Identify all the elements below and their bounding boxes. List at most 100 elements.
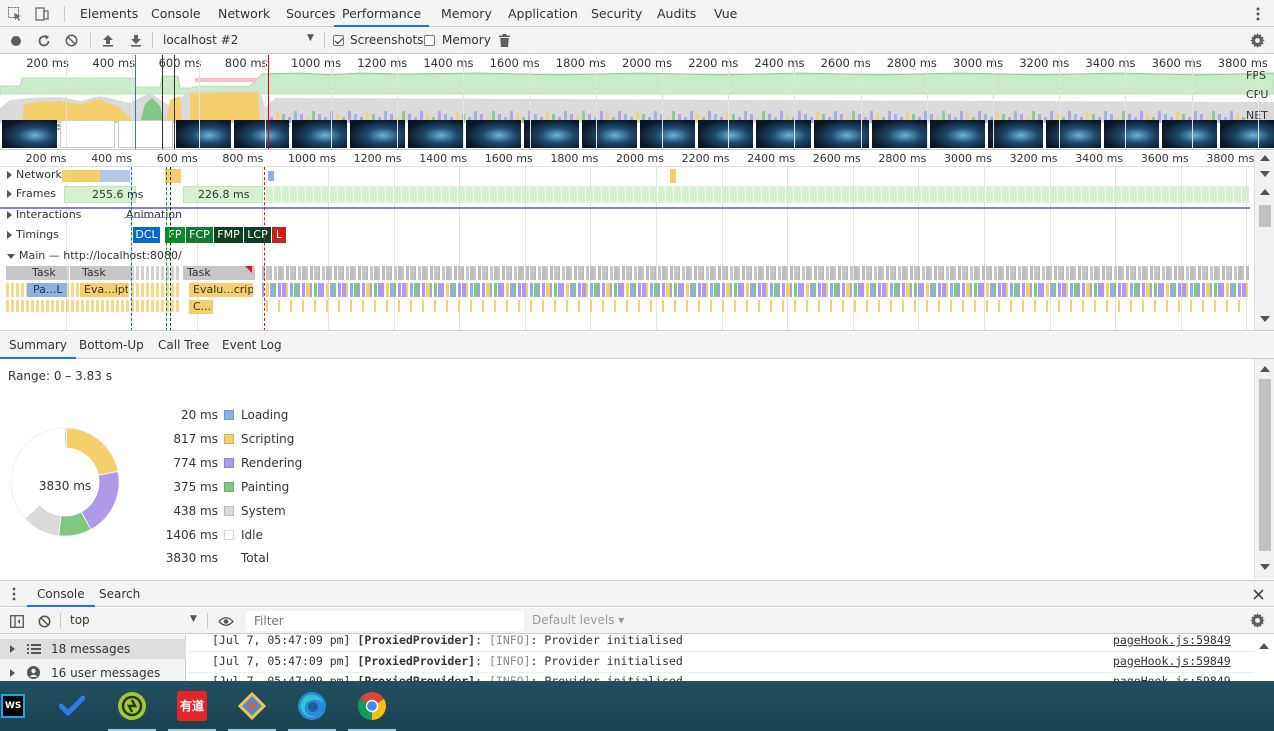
- trace-event[interactable]: [270, 266, 272, 280]
- inspect-element-icon[interactable]: [6, 5, 24, 23]
- flame-chart[interactable]: 200 ms 400 ms 600 ms 800 ms 1000 ms 1200 ms 14…: [0, 151, 1274, 331]
- frame-blocks[interactable]: [266, 186, 1250, 203]
- trace-event[interactable]: [342, 266, 344, 280]
- trace-event[interactable]: [826, 283, 828, 297]
- frame-block[interactable]: [946, 186, 953, 203]
- screenshot-thumbnail[interactable]: [118, 120, 173, 148]
- trace-event[interactable]: [282, 266, 284, 280]
- trace-event[interactable]: [698, 300, 700, 312]
- tab-performance[interactable]: Performance: [334, 0, 430, 27]
- trace-event[interactable]: [1114, 283, 1116, 297]
- trace-event[interactable]: [902, 283, 905, 297]
- trace-event[interactable]: [454, 266, 457, 280]
- trace-event[interactable]: [101, 300, 104, 312]
- frame-block[interactable]: [1186, 186, 1193, 203]
- frame-block[interactable]: [858, 186, 865, 203]
- trace-event[interactable]: [41, 300, 44, 312]
- trace-event[interactable]: [670, 283, 672, 297]
- trace-event[interactable]: [858, 266, 860, 280]
- trace-event[interactable]: [586, 283, 588, 297]
- trace-event[interactable]: [6, 283, 9, 297]
- trace-event[interactable]: [1142, 283, 1145, 297]
- trace-event[interactable]: [322, 266, 325, 280]
- trace-event[interactable]: [398, 283, 401, 297]
- trace-event[interactable]: [1150, 266, 1153, 280]
- trace-event[interactable]: [734, 300, 736, 312]
- trace-event[interactable]: [766, 266, 769, 280]
- trace-event[interactable]: [658, 283, 660, 297]
- trace-event[interactable]: [526, 283, 528, 297]
- trace-event[interactable]: [850, 266, 853, 280]
- frame-block[interactable]: [402, 186, 409, 203]
- trace-event[interactable]: [430, 283, 432, 297]
- trace-event[interactable]: [926, 300, 928, 312]
- trace-event[interactable]: [81, 300, 84, 312]
- trace-event[interactable]: [290, 283, 293, 297]
- trace-event[interactable]: [562, 266, 565, 280]
- frame-block[interactable]: [466, 186, 473, 203]
- trace-event[interactable]: [686, 300, 688, 312]
- frame-block[interactable]: [650, 186, 657, 203]
- trace-event[interactable]: [602, 283, 605, 297]
- console-scrollbar[interactable]: [1254, 635, 1274, 682]
- screenshot-thumbnail[interactable]: [1104, 120, 1159, 148]
- trace-event[interactable]: [734, 283, 737, 297]
- frame-block[interactable]: [1066, 186, 1073, 203]
- trace-event[interactable]: [794, 283, 797, 297]
- frame-block[interactable]: [530, 186, 537, 203]
- trace-event[interactable]: [458, 283, 461, 297]
- trace-event[interactable]: [894, 266, 896, 280]
- trace-event[interactable]: [650, 300, 652, 312]
- trace-event[interactable]: [962, 283, 965, 297]
- frame-block[interactable]: [546, 186, 553, 203]
- frame-block[interactable]: [514, 186, 521, 203]
- screenshot-thumbnail[interactable]: [1220, 120, 1274, 148]
- trace-event[interactable]: [1134, 266, 1136, 280]
- trace-event[interactable]: [1154, 300, 1156, 312]
- frame-block[interactable]: [570, 186, 577, 203]
- trace-event[interactable]: [1090, 283, 1092, 297]
- trace-event[interactable]: [394, 283, 396, 297]
- trace-event[interactable]: [146, 300, 149, 312]
- trace-event[interactable]: [746, 300, 748, 312]
- frame-block[interactable]: [690, 186, 697, 203]
- trace-event[interactable]: [1178, 300, 1180, 312]
- device-toolbar-icon[interactable]: [33, 5, 51, 23]
- trace-event[interactable]: [1102, 266, 1105, 280]
- trace-event[interactable]: [694, 266, 697, 280]
- tab-summary[interactable]: Summary: [0, 332, 76, 359]
- frame-block[interactable]: [666, 186, 673, 203]
- trace-event[interactable]: [1090, 266, 1093, 280]
- trace-event[interactable]: [438, 266, 440, 280]
- trace-event[interactable]: [886, 266, 889, 280]
- trace-event[interactable]: [994, 266, 997, 280]
- frame-block[interactable]: [1106, 186, 1113, 203]
- screenshot-thumbnail[interactable]: [466, 120, 521, 148]
- track-frames[interactable]: Frames: [0, 187, 56, 201]
- trace-event[interactable]: [746, 283, 749, 297]
- trace-event[interactable]: [638, 283, 641, 297]
- trace-event[interactable]: [1210, 266, 1213, 280]
- network-bar[interactable]: [670, 169, 676, 183]
- trace-event[interactable]: [966, 266, 968, 280]
- frame-block[interactable]: [434, 186, 441, 203]
- trace-event[interactable]: [136, 283, 139, 297]
- trace-event[interactable]: [534, 266, 536, 280]
- clear-console-icon[interactable]: [36, 613, 52, 629]
- trace-event[interactable]: [662, 300, 664, 312]
- frame-block[interactable]: [1242, 186, 1249, 203]
- frame-block[interactable]: [978, 186, 985, 203]
- trace-event[interactable]: [622, 283, 624, 297]
- frame-block[interactable]: [274, 186, 281, 203]
- trace-event[interactable]: [1010, 283, 1013, 297]
- trace-event[interactable]: [578, 300, 580, 312]
- trace-event[interactable]: [410, 283, 413, 297]
- trace-event[interactable]: [1026, 266, 1028, 280]
- trace-event[interactable]: [1202, 283, 1205, 297]
- frame-block[interactable]: [626, 186, 633, 203]
- trace-event[interactable]: [974, 283, 977, 297]
- trace-event[interactable]: [902, 300, 904, 312]
- frame-block[interactable]: [578, 186, 585, 203]
- trace-event[interactable]: [382, 266, 385, 280]
- trace-event[interactable]: [1138, 283, 1140, 297]
